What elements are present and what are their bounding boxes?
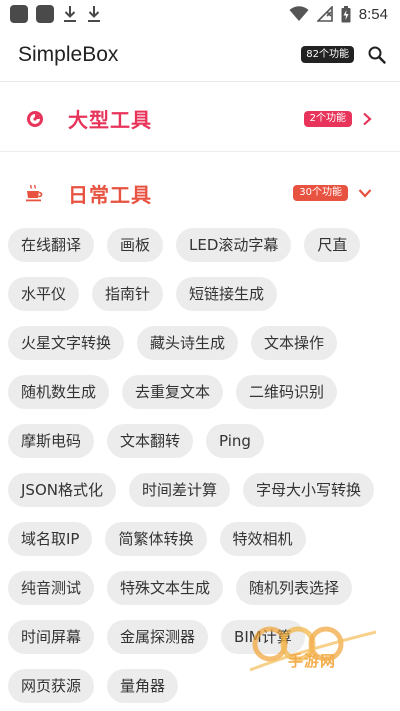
tool-chip[interactable]: 时间差计算	[128, 473, 230, 507]
tool-chip[interactable]: 金属探测器	[107, 620, 209, 654]
tool-chip[interactable]: 短链接生成	[176, 277, 278, 311]
chip-row: 随机数生成 去重复文本 二维码识别	[8, 375, 396, 424]
chevron-right-icon	[363, 112, 372, 125]
tool-chip[interactable]: 二维码识别	[236, 375, 338, 409]
section-daily-tools[interactable]: 日常工具 30个功能	[0, 160, 400, 226]
signal-icon	[316, 6, 333, 22]
chip-row: 域名取IP 简繁体转换 特效相机	[8, 522, 396, 571]
download-icon	[64, 6, 76, 22]
record-icon	[24, 108, 46, 130]
tool-chip[interactable]: 画板	[107, 228, 164, 262]
chip-row: 水平仪 指南针 短链接生成	[8, 277, 396, 326]
tool-chip[interactable]: 字母大小写转换	[243, 473, 375, 507]
tool-chip[interactable]: 域名取IP	[8, 522, 93, 556]
status-bar: 8:54	[0, 0, 400, 28]
tool-chip[interactable]: 特殊文本生成	[107, 571, 224, 605]
section-count-badge: 30个功能	[293, 185, 348, 201]
notification-app-icon	[10, 5, 28, 23]
download-icon	[88, 6, 100, 22]
tool-chip[interactable]: 纯音测试	[8, 571, 95, 605]
search-icon[interactable]	[368, 46, 386, 64]
tool-chip[interactable]: 文本翻转	[107, 424, 194, 458]
tool-chip[interactable]: JSON格式化	[8, 473, 116, 507]
tool-chip[interactable]: 时间屏幕	[8, 620, 95, 654]
notification-app-icon	[36, 5, 54, 23]
tool-chip[interactable]: 随机数生成	[8, 375, 110, 409]
watermark-logo: 手游网	[236, 622, 386, 678]
app-bar: SimpleBox 82个功能	[0, 28, 400, 82]
tool-chip[interactable]: 水平仪	[8, 277, 80, 311]
battery-icon	[341, 5, 351, 22]
chevron-down-icon	[358, 189, 372, 198]
watermark-text: 手游网	[288, 652, 337, 670]
section-count-badge: 2个功能	[303, 110, 352, 127]
tool-chip[interactable]: 特效相机	[219, 522, 306, 556]
tool-chip[interactable]: LED滚动字幕	[176, 228, 292, 262]
section-title: 日常工具	[68, 182, 152, 207]
tool-chip[interactable]: Ping	[206, 424, 264, 458]
tool-chip[interactable]: 在线翻译	[8, 228, 95, 262]
tool-chip[interactable]: 文本操作	[251, 326, 338, 360]
section-title: 大型工具	[68, 108, 152, 132]
tool-chip[interactable]: 随机列表选择	[236, 571, 353, 605]
chip-row: 在线翻译 画板 LED滚动字幕 尺直	[8, 228, 396, 277]
app-title: SimpleBox	[18, 42, 119, 66]
chip-row: 火星文字转换 藏头诗生成 文本操作	[8, 326, 396, 375]
tool-chip[interactable]: 火星文字转换	[8, 326, 125, 360]
coffee-cup-icon	[24, 182, 46, 204]
chip-row: JSON格式化 时间差计算 字母大小写转换	[8, 473, 396, 522]
tool-chip[interactable]: 藏头诗生成	[137, 326, 239, 360]
wifi-icon	[289, 6, 309, 21]
tool-chip[interactable]: 尺直	[304, 228, 361, 262]
tool-chip[interactable]: 去重复文本	[122, 375, 224, 409]
app-bar-actions: 82个功能	[301, 46, 386, 64]
tool-chip[interactable]: 网页获源	[8, 669, 95, 703]
tool-chip[interactable]: 量角器	[107, 669, 179, 703]
status-system: 8:54	[289, 5, 388, 23]
tool-chip[interactable]: 摩斯电码	[8, 424, 95, 458]
section-large-tools[interactable]: 大型工具 2个功能	[0, 86, 400, 152]
feature-count-badge: 82个功能	[301, 46, 354, 63]
status-time: 8:54	[358, 5, 388, 23]
chip-row: 摩斯电码 文本翻转 Ping	[8, 424, 396, 473]
status-notifications	[10, 5, 102, 23]
tool-chip[interactable]: 简繁体转换	[105, 522, 207, 556]
chip-row: 纯音测试 特殊文本生成 随机列表选择	[8, 571, 396, 620]
tool-chip[interactable]: 指南针	[92, 277, 164, 311]
